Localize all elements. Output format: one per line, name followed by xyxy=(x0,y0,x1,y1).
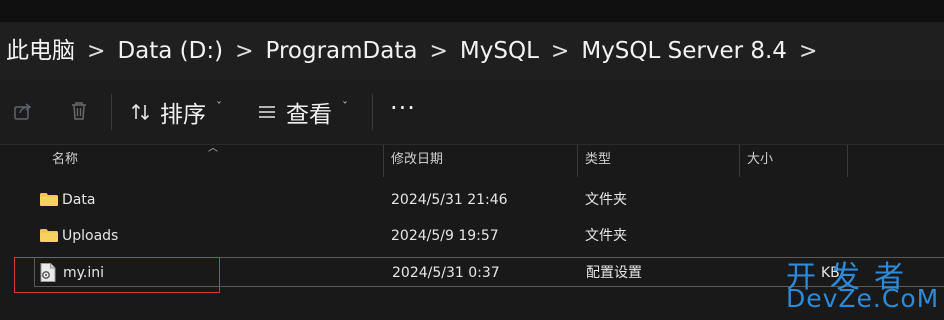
chevron-right-icon[interactable]: > xyxy=(231,39,257,64)
column-header-name[interactable]: 名称 xyxy=(52,145,78,177)
sort-button[interactable]: 排序 ˇ xyxy=(130,92,222,132)
file-row-uploads[interactable]: Uploads 2024/5/9 19:57 文件夹 xyxy=(34,221,944,251)
watermark-logo: 开发者 DevZe.CoM xyxy=(786,252,940,314)
file-date: 2024/5/9 19:57 xyxy=(391,228,499,244)
column-header-date[interactable]: 修改日期 xyxy=(391,145,443,177)
file-name: Data xyxy=(62,192,96,208)
column-header-type[interactable]: 类型 xyxy=(585,145,611,177)
file-type: 文件夹 xyxy=(585,228,627,244)
file-date: 2024/5/31 21:46 xyxy=(391,192,508,208)
view-button[interactable]: 查看 ˇ xyxy=(256,92,348,132)
column-headers: ︿ 名称 修改日期 类型 大小 xyxy=(0,143,944,177)
folder-icon xyxy=(40,193,58,206)
title-strip xyxy=(0,0,944,22)
sort-ascending-icon: ︿ xyxy=(208,143,218,154)
chevron-down-icon: ˇ xyxy=(342,100,348,114)
breadcrumb-item-mysql[interactable]: MySQL xyxy=(452,22,547,80)
chevron-right-icon[interactable]: > xyxy=(83,39,109,64)
trash-icon[interactable] xyxy=(64,96,94,126)
sort-icon xyxy=(131,103,150,121)
folder-icon xyxy=(40,229,58,242)
view-label: 查看 xyxy=(286,102,332,128)
column-resize-handle[interactable] xyxy=(847,145,848,177)
file-date: 2024/5/31 0:37 xyxy=(392,265,500,281)
file-type: 文件夹 xyxy=(585,192,627,208)
breadcrumb-item-data-drive[interactable]: Data (D:) xyxy=(109,22,231,80)
share-icon[interactable] xyxy=(8,96,38,126)
watermark-line2: DevZe.CoM xyxy=(786,284,940,313)
file-type: 配置设置 xyxy=(586,265,642,281)
chevron-right-icon[interactable]: > xyxy=(795,39,821,64)
breadcrumb-item-mysql-server[interactable]: MySQL Server 8.4 xyxy=(573,22,795,80)
view-lines-icon xyxy=(259,106,275,118)
breadcrumb-item-programdata[interactable]: ProgramData xyxy=(258,22,426,80)
column-header-size[interactable]: 大小 xyxy=(747,145,773,177)
file-row-data[interactable]: Data 2024/5/31 21:46 文件夹 xyxy=(34,185,944,215)
breadcrumb: 此电脑 > Data (D:) > ProgramData > MySQL > … xyxy=(0,22,944,80)
command-bar: 排序 ˇ 查看 ˇ ··· xyxy=(0,80,944,145)
chevron-down-icon: ˇ xyxy=(216,100,222,114)
toolbar-divider xyxy=(111,94,112,130)
toolbar-divider xyxy=(372,94,373,130)
chevron-right-icon[interactable]: > xyxy=(547,39,573,64)
chevron-right-icon[interactable]: > xyxy=(425,39,451,64)
column-resize-handle[interactable] xyxy=(739,145,740,177)
sort-label: 排序 xyxy=(160,102,206,128)
breadcrumb-item-this-pc[interactable]: 此电脑 xyxy=(0,22,83,80)
column-resize-handle[interactable] xyxy=(383,145,384,177)
column-resize-handle[interactable] xyxy=(577,145,578,177)
highlight-annotation-box xyxy=(14,257,220,293)
file-name: Uploads xyxy=(62,228,119,244)
more-options-button[interactable]: ··· xyxy=(390,94,416,122)
